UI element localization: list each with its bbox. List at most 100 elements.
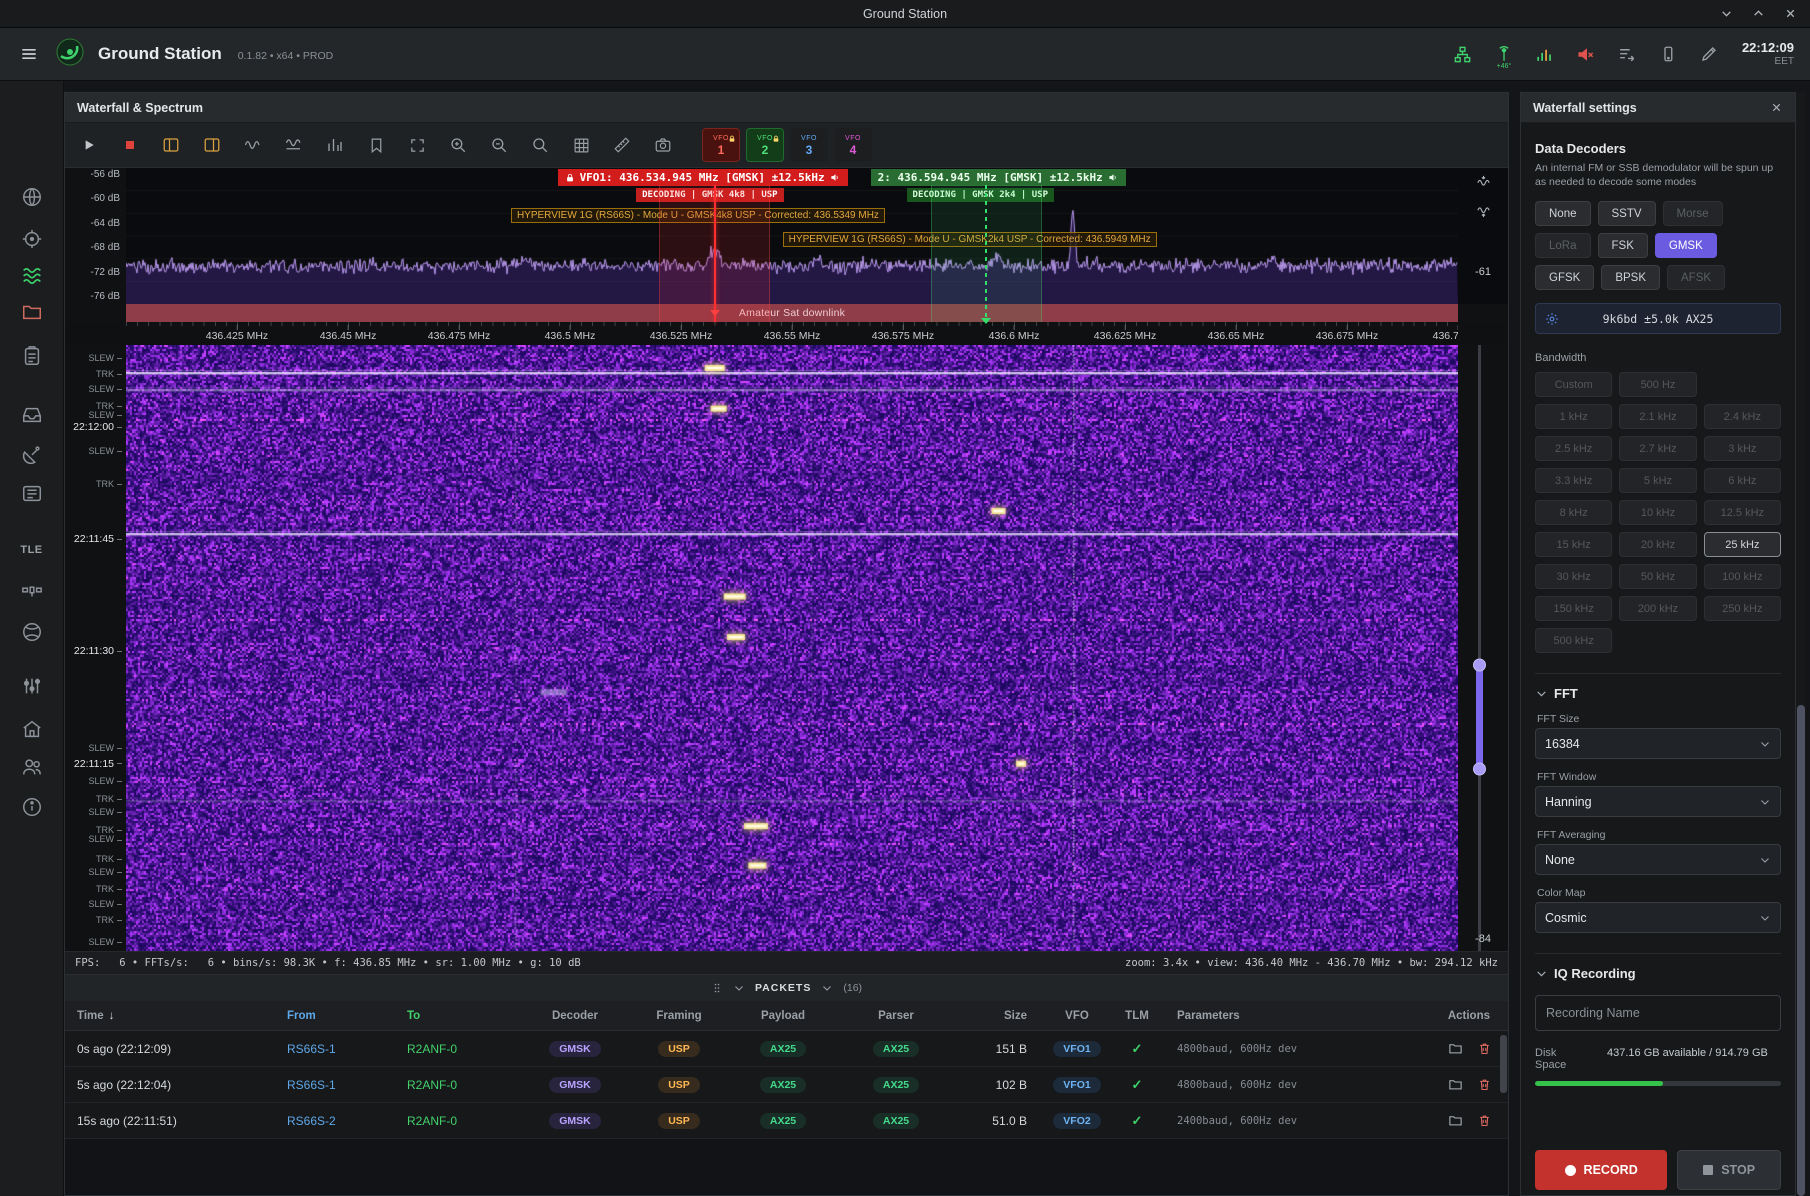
bandwidth-option[interactable]: 500 kHz — [1535, 628, 1612, 653]
bandwidth-option[interactable]: 3 kHz — [1704, 436, 1781, 461]
field-select[interactable]: Hanning — [1535, 786, 1781, 817]
bandwidth-option[interactable]: 30 kHz — [1535, 564, 1612, 589]
recording-name-input[interactable] — [1535, 995, 1781, 1031]
decoder-mode-button[interactable]: None — [1535, 201, 1591, 226]
bandwidth-option[interactable]: 25 kHz — [1704, 532, 1781, 557]
decoder-mode-button[interactable]: Morse — [1663, 201, 1723, 226]
network-status-icon[interactable] — [1451, 41, 1475, 67]
packet-delete-button[interactable] — [1477, 1041, 1492, 1056]
log-icon[interactable] — [1615, 41, 1639, 67]
bandwidth-option[interactable]: 8 kHz — [1535, 500, 1612, 525]
bandwidth-option[interactable]: 12.5 kHz — [1704, 500, 1781, 525]
packet-to[interactable]: R2ANF-0 — [395, 1042, 523, 1056]
decoder-mode-button[interactable]: AFSK — [1667, 265, 1725, 290]
bandwidth-option[interactable]: 2.4 kHz — [1704, 404, 1781, 429]
sidebar-item-schedule[interactable] — [14, 340, 50, 372]
zoom-in-button[interactable] — [448, 135, 468, 155]
sidebar-item-antenna[interactable] — [14, 438, 50, 470]
bandwidth-option[interactable]: 2.7 kHz — [1619, 436, 1696, 461]
field-select[interactable]: None — [1535, 844, 1781, 875]
signal-meter-icon[interactable] — [1533, 41, 1557, 67]
stop-button[interactable] — [120, 135, 140, 155]
column-header-parameters[interactable]: Parameters — [1165, 1010, 1415, 1022]
field-select[interactable]: Cosmic — [1535, 902, 1781, 933]
packet-to[interactable]: R2ANF-0 — [395, 1078, 523, 1092]
table-scrollbar[interactable] — [1500, 1035, 1507, 1093]
bandwidth-option[interactable]: 100 kHz — [1704, 564, 1781, 589]
column-header-vfo[interactable]: VFO — [1045, 1010, 1109, 1022]
field-select[interactable]: 16384 — [1535, 728, 1781, 759]
sidebar-item-users[interactable] — [14, 751, 50, 783]
vfo-2-tab[interactable]: VFO 2 — [746, 128, 784, 162]
column-header-size[interactable]: Size — [957, 1010, 1045, 1022]
packet-folder-button[interactable] — [1448, 1077, 1463, 1092]
packet-from[interactable]: RS66S-2 — [275, 1114, 395, 1128]
sidebar-item-recordings[interactable] — [14, 296, 50, 328]
column-header-to[interactable]: To — [395, 1010, 523, 1022]
packet-row[interactable]: 5s ago (22:12:04) RS66S-1 R2ANF-0 GMSK U… — [65, 1067, 1508, 1103]
chevron-down-icon[interactable] — [821, 982, 833, 994]
window-shade-button[interactable] — [1718, 6, 1734, 22]
spectrum-autoscale-icon[interactable] — [1476, 174, 1491, 194]
fft-section-header[interactable]: FFT — [1535, 686, 1781, 701]
sidebar-item-tracking[interactable] — [14, 223, 50, 255]
edit-icon[interactable] — [1697, 41, 1721, 67]
sidebar-item-station[interactable] — [14, 713, 50, 745]
bandwidth-option[interactable]: 3.3 kHz — [1535, 468, 1612, 493]
decoder-mode-button[interactable]: GFSK — [1535, 265, 1594, 290]
vfo-1-tab[interactable]: VFO 1 — [702, 128, 740, 162]
layout-split-right-button[interactable] — [202, 135, 222, 155]
histogram-button[interactable] — [325, 135, 345, 155]
packet-delete-button[interactable] — [1477, 1113, 1492, 1128]
search-button[interactable] — [530, 135, 550, 155]
fullscreen-button[interactable] — [407, 135, 427, 155]
slider-knob-lower[interactable] — [1473, 762, 1486, 775]
iq-section-header[interactable]: IQ Recording — [1535, 966, 1781, 981]
packet-row[interactable]: 15s ago (22:11:51) RS66S-2 R2ANF-0 GMSK … — [65, 1103, 1508, 1139]
frequency-ruler[interactable]: 436.425 MHz436.45 MHz436.475 MHz436.5 MH… — [126, 322, 1458, 345]
vfo2-banner[interactable]: 2: 436.594.945 MHz [GMSK] ±12.5kHz — [871, 169, 1126, 186]
bandwidth-option[interactable]: 2.1 kHz — [1619, 404, 1696, 429]
sidebar-item-satellite[interactable] — [14, 574, 50, 606]
decoder-mode-button[interactable]: GMSK — [1655, 233, 1717, 258]
waterfall-autoscale-icon[interactable] — [1476, 204, 1491, 224]
vfo-3-tab[interactable]: VFO 3 — [790, 128, 828, 162]
bandwidth-option[interactable]: Custom — [1535, 372, 1612, 397]
stop-record-button[interactable]: STOP — [1677, 1150, 1781, 1190]
sidebar-item-about[interactable] — [14, 791, 50, 823]
packet-folder-button[interactable] — [1448, 1041, 1463, 1056]
decoder-mode-button[interactable]: BPSK — [1601, 265, 1660, 290]
bandwidth-option[interactable]: 20 kHz — [1619, 532, 1696, 557]
column-header-tlm[interactable]: TLM — [1109, 1010, 1165, 1022]
bandwidth-option[interactable]: 150 kHz — [1535, 596, 1612, 621]
packet-folder-button[interactable] — [1448, 1113, 1463, 1128]
device-icon[interactable] — [1656, 41, 1680, 67]
sidebar-item-planet[interactable] — [14, 616, 50, 648]
column-header-decoder[interactable]: Decoder — [523, 1010, 627, 1022]
bandwidth-option[interactable]: 50 kHz — [1619, 564, 1696, 589]
measure-button[interactable] — [612, 135, 632, 155]
window-maximize-button[interactable] — [1750, 6, 1766, 22]
vfo-4-tab[interactable]: VFO 4 — [834, 128, 872, 162]
column-header-from[interactable]: From — [275, 1010, 395, 1022]
spectrum-view-button[interactable] — [243, 135, 263, 155]
bandwidth-option[interactable]: 6 kHz — [1704, 468, 1781, 493]
column-header-parser[interactable]: Parser — [835, 1010, 957, 1022]
column-header-framing[interactable]: Framing — [627, 1010, 731, 1022]
decoder-mode-button[interactable]: LoRa — [1535, 233, 1591, 258]
window-close-button[interactable] — [1782, 6, 1798, 22]
packet-from[interactable]: RS66S-1 — [275, 1042, 395, 1056]
screenshot-button[interactable] — [653, 135, 673, 155]
mute-indicator-icon[interactable] — [1574, 41, 1598, 67]
record-button[interactable]: RECORD — [1535, 1150, 1667, 1190]
decoder-mode-button[interactable]: FSK — [1598, 233, 1648, 258]
packet-from[interactable]: RS66S-1 — [275, 1078, 395, 1092]
sidebar-item-news[interactable] — [14, 477, 50, 509]
bandwidth-option[interactable]: 2.5 kHz — [1535, 436, 1612, 461]
zoom-out-button[interactable] — [489, 135, 509, 155]
sidebar-item-globe[interactable] — [14, 181, 50, 213]
column-header-actions[interactable]: Actions — [1415, 1010, 1508, 1022]
bookmark-button[interactable] — [366, 135, 386, 155]
collapse-icon[interactable] — [733, 982, 745, 994]
bandwidth-option[interactable]: 5 kHz — [1619, 468, 1696, 493]
